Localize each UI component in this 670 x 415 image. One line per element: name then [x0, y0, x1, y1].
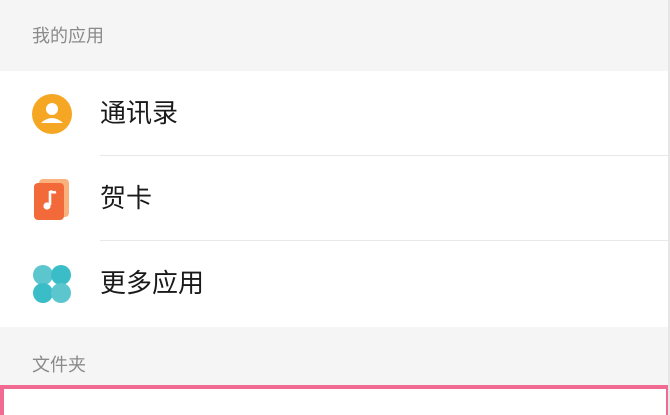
- more-apps-icon: [31, 263, 73, 305]
- list-item-label: 通讯录: [100, 99, 179, 129]
- app-list: 通讯录 贺卡 更多应用: [0, 71, 668, 327]
- list-item-label: 贺卡: [100, 184, 153, 214]
- list-item-label: 更多应用: [100, 269, 205, 299]
- contacts-icon: [31, 93, 73, 135]
- list-item-greeting-card[interactable]: 贺卡: [0, 156, 668, 241]
- section-header-my-apps: 我的应用: [0, 0, 668, 71]
- app-page: 我的应用 通讯录 贺卡 更多应用 文件夹: [0, 0, 670, 415]
- list-item-contacts[interactable]: 通讯录: [0, 71, 668, 156]
- section-title-folders: 文件夹: [32, 355, 86, 376]
- list-item-more-apps[interactable]: 更多应用: [0, 241, 668, 326]
- highlighted-folder-item[interactable]: [0, 385, 670, 415]
- section-header-folders: 文件夹: [0, 327, 668, 385]
- greeting-card-icon: [31, 178, 73, 220]
- section-title-my-apps: 我的应用: [32, 26, 104, 47]
